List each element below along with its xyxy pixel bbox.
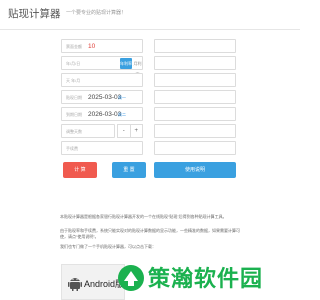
description-paragraph-2: 由于贴现率和手续费，系统只能实现对的贴现计算数据的显示功能，一些精准的数据，如果…	[60, 228, 240, 239]
page-header: 贴现计算器 一个要专业的贴现计算器！	[0, 0, 300, 30]
discount-date-weekday: 周一	[118, 95, 126, 100]
amount-value: 10	[88, 42, 96, 50]
reset-button[interactable]: 重 置	[112, 162, 146, 178]
adjust-days-stepper[interactable]: - +	[117, 124, 143, 138]
maturity-date-value: 2026-03-03	[88, 110, 122, 118]
result-field-4[interactable]	[154, 90, 236, 104]
stepper-minus-button[interactable]: -	[118, 125, 131, 137]
amount-field[interactable]: 票面金额 10	[61, 39, 143, 53]
discount-date-label: 贴现日期	[66, 95, 82, 100]
android-icon	[68, 278, 82, 291]
stepper-plus-button[interactable]: +	[131, 125, 143, 137]
adjust-days-field[interactable]: 调整天数	[61, 124, 115, 138]
amount-label: 票面金额	[66, 44, 82, 49]
rate-label: 年/月/日	[66, 61, 81, 66]
help-button[interactable]: 使用说明	[154, 162, 236, 178]
days-field[interactable]: 天 年/月	[61, 73, 143, 87]
maturity-date-label: 到期日期	[66, 112, 82, 117]
discount-date-value: 2025-03-03	[88, 93, 122, 101]
result-field-6[interactable]	[154, 124, 236, 138]
maturity-date-field[interactable]: 到期日期 2026-03-03 周二	[61, 107, 143, 121]
rate-mode-annual[interactable]: 年利率	[120, 58, 132, 69]
discount-date-field[interactable]: 贴现日期 2025-03-03 周一	[61, 90, 143, 104]
description-paragraph-1: 本贴现计算器是根据各家银行贴现计算器开发的一个在线贴现“贴现”后得到各种贴现计算…	[60, 214, 227, 219]
result-field-3[interactable]	[154, 73, 236, 87]
app-subtitle: 一个要专业的贴现计算器！	[66, 10, 127, 16]
adjust-days-label: 调整天数	[66, 129, 82, 134]
result-field-5[interactable]	[154, 107, 236, 121]
calculate-button[interactable]: 计 算	[63, 162, 97, 178]
result-field-7[interactable]	[154, 141, 236, 155]
watermark-logo-icon	[118, 265, 144, 291]
rate-mode-monthly[interactable]: 月利率	[132, 58, 143, 77]
app-title: 贴现计算器	[8, 8, 61, 20]
description-paragraph-3: 我们也专门做了一个手机贴现计算器，可以点击下载：	[60, 244, 156, 249]
fee-field[interactable]: 手续费	[61, 141, 143, 155]
maturity-date-weekday: 周二	[118, 112, 126, 117]
rate-field[interactable]: 年/月/日 年利率 月利率	[61, 56, 143, 77]
result-field-2[interactable]	[154, 56, 236, 70]
days-label: 天 年/月	[66, 78, 81, 83]
result-field-1[interactable]	[154, 39, 236, 53]
fee-label: 手续费	[66, 146, 78, 151]
watermark-title: 策瀚软件园	[148, 266, 264, 291]
